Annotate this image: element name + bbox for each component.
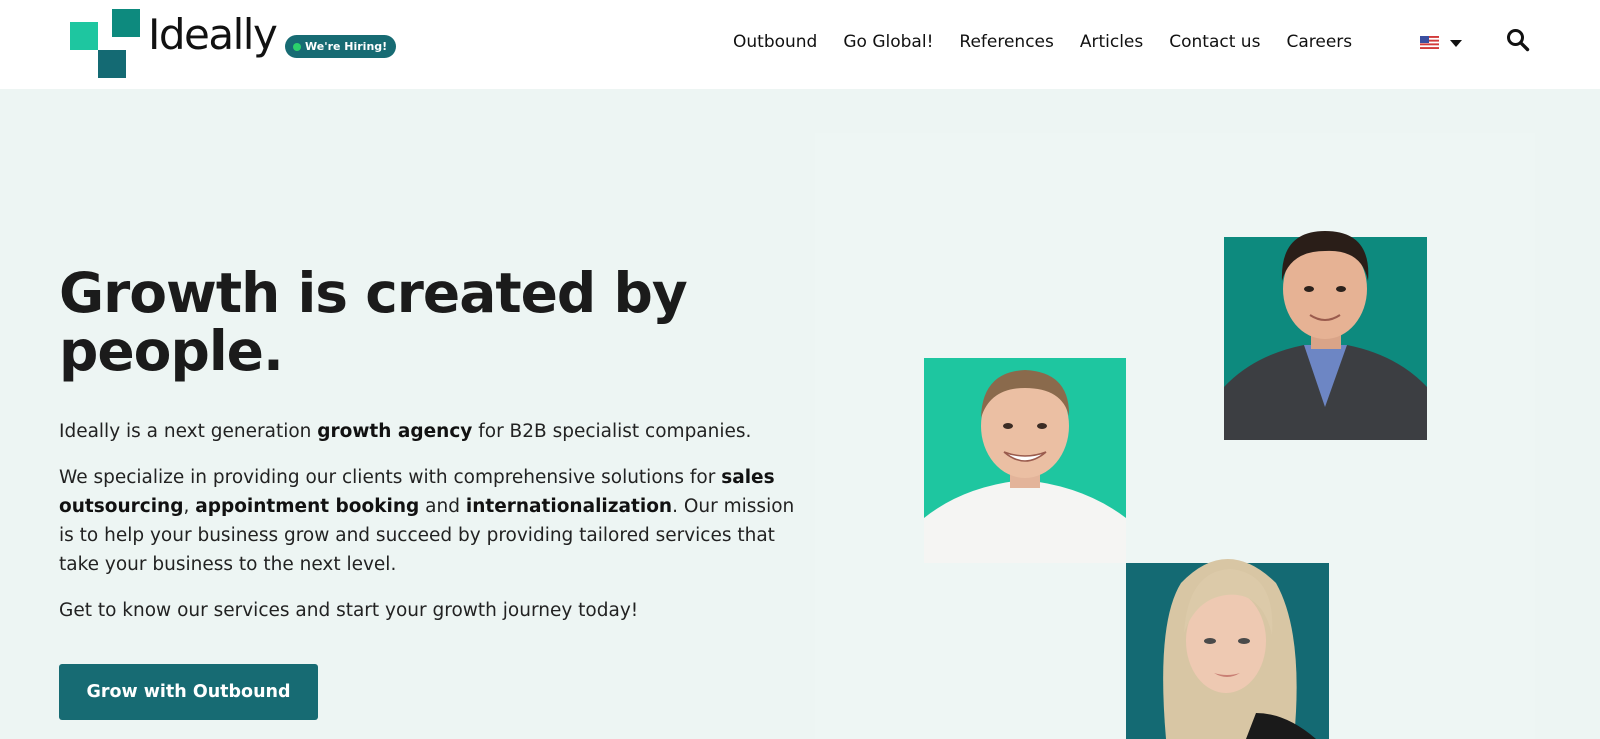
hero-paragraph-3: Get to know our services and start your … (59, 600, 639, 621)
logo-mark-icon[interactable] (70, 9, 142, 78)
hero-title-line1: Growth is created by (59, 261, 688, 325)
us-flag-icon[interactable] (1420, 36, 1439, 49)
status-dot-icon (293, 42, 301, 51)
search-icon[interactable] (1506, 28, 1530, 52)
p2-text-c: , (183, 496, 196, 517)
team-photo-man-white-shirt (924, 358, 1126, 563)
p2-text-e: and (419, 496, 466, 517)
chevron-down-icon[interactable] (1450, 40, 1462, 47)
hiring-badge[interactable]: We're Hiring! (285, 35, 397, 58)
nav-careers[interactable]: Careers (1286, 30, 1352, 54)
logo-text[interactable]: Ideally (148, 14, 278, 56)
p2-bold-internationalization: internationalization (465, 496, 673, 517)
grow-with-outbound-button[interactable]: Grow with Outbound (59, 664, 318, 720)
p1-text-a: Ideally is a next generation (59, 421, 318, 442)
nav-contact-us[interactable]: Contact us (1169, 30, 1260, 54)
p2-text-a: We specialize in providing our clients w… (59, 467, 722, 488)
hero-paragraph-1: Ideally is a next generation growth agen… (59, 417, 809, 446)
p1-text-c: for B2B specialist companies. (472, 421, 752, 442)
hero-title: Growth is created by people. (59, 264, 759, 380)
hero-title-line2: people. (59, 319, 284, 383)
nav-articles[interactable]: Articles (1080, 30, 1143, 54)
nav-go-global[interactable]: Go Global! (843, 30, 933, 54)
team-photo-woman (1126, 559, 1329, 739)
nav-references[interactable]: References (959, 30, 1053, 54)
site-header: Ideally We're Hiring! Outbound Go Global… (0, 0, 1600, 89)
p2-bold-appointment: appointment booking (195, 496, 420, 517)
hero-paragraph-2: We specialize in providing our clients w… (59, 463, 809, 579)
team-photo-man-suit (1224, 231, 1427, 440)
hiring-badge-label: We're Hiring! (305, 40, 388, 53)
p1-bold: growth agency (317, 421, 473, 442)
nav-outbound[interactable]: Outbound (733, 30, 817, 54)
main-nav: Outbound Go Global! References Articles … (733, 30, 1378, 54)
